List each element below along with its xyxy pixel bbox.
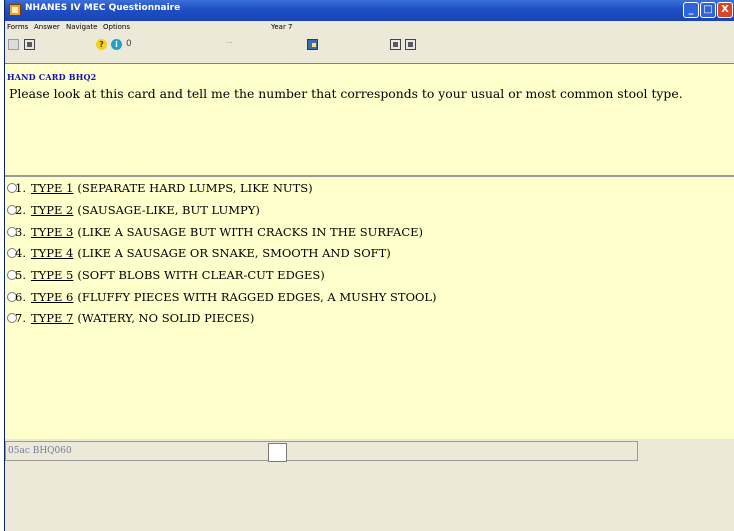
answer-description: (SAUSAGE-LIKE, BUT LUMPY) <box>77 203 260 217</box>
status-bar: 05ac BHQ060 <box>5 441 638 462</box>
maximize-button[interactable]: □ <box>700 2 716 18</box>
help-icon[interactable]: ? <box>96 39 107 50</box>
answer-option-7[interactable]: 7. TYPE 7 (WATERY, NO SOLID PIECES) <box>5 309 565 329</box>
answer-number: 1. <box>15 181 26 195</box>
print-icon[interactable] <box>8 39 19 50</box>
answer-number: 3. <box>15 225 26 239</box>
question-panel: HAND CARD BHQ2 Please look at this card … <box>5 63 734 175</box>
answer-description: (LIKE A SAUSAGE BUT WITH CRACKS IN THE S… <box>77 225 423 239</box>
answer-description: (SOFT BLOBS WITH CLEAR-CUT EDGES) <box>77 268 325 282</box>
answer-description: (FLUFFY PIECES WITH RAGGED EDGES, A MUSH… <box>77 290 437 304</box>
window-title: NHANES IV MEC Questionnaire <box>25 3 181 13</box>
answer-number: 6. <box>15 290 26 304</box>
info-icon[interactable]: i <box>111 39 122 50</box>
answer-number: 5. <box>15 268 26 282</box>
attachment-icon[interactable]: 0 <box>126 39 137 50</box>
answer-option-5[interactable]: 5. TYPE 5 (SOFT BLOBS WITH CLEAR-CUT EDGES… <box>5 266 565 286</box>
answer-option-2[interactable]: 2. TYPE 2 (SAUSAGE-LIKE, BUT LUMPY) <box>5 201 565 221</box>
app-icon <box>9 4 21 16</box>
answer-type: TYPE 7 <box>30 311 74 325</box>
answer-input-field[interactable] <box>268 443 287 462</box>
answer-option-3[interactable]: 3. TYPE 3 (LIKE A SAUSAGE BUT WITH CRACKS … <box>5 223 565 243</box>
menu-navigate[interactable]: Navigate <box>66 23 97 31</box>
answer-type: TYPE 4 <box>30 246 74 260</box>
answer-type: TYPE 2 <box>30 203 74 217</box>
find-icon[interactable] <box>307 39 318 50</box>
menu-forms[interactable]: Forms <box>7 23 28 31</box>
answer-type: TYPE 1 <box>30 181 74 195</box>
question-text: Please look at this card and tell me the… <box>9 86 683 101</box>
answer-option-4[interactable]: 4. TYPE 4 (LIKE A SAUSAGE OR SNAKE, SMOOTH… <box>5 244 565 264</box>
close-button[interactable]: X <box>717 2 733 18</box>
form-icon[interactable] <box>24 39 35 50</box>
answer-number: 2. <box>15 203 26 217</box>
toolbar: ? i 0 ··· <box>5 35 734 57</box>
minimize-button[interactable]: _ <box>683 2 699 18</box>
menu-bar: Forms Answer Navigate Options Year 7 <box>5 21 734 35</box>
answer-number: 7. <box>15 311 26 325</box>
answer-description: (LIKE A SAUSAGE OR SNAKE, SMOOTH AND SOF… <box>77 246 391 260</box>
answer-type: TYPE 3 <box>30 225 74 239</box>
answer-type: TYPE 5 <box>30 268 74 282</box>
answer-description: (WATERY, NO SOLID PIECES) <box>77 311 255 325</box>
app-window: NHANES IV MEC Questionnaire _ □ X Forms … <box>4 0 734 531</box>
variable-label: 05ac BHQ060 <box>8 446 72 456</box>
title-bar[interactable]: NHANES IV MEC Questionnaire _ □ X <box>5 0 734 21</box>
next-page-icon[interactable] <box>405 39 416 50</box>
answer-type: TYPE 6 <box>30 290 74 304</box>
answer-panel: 1. TYPE 1 (SEPARATE HARD LUMPS, LIKE NUTS)… <box>5 175 734 439</box>
hand-card-label: HAND CARD BHQ2 <box>7 72 97 82</box>
menu-answer[interactable]: Answer <box>34 23 60 31</box>
year-label: Year 7 <box>271 23 293 31</box>
answer-number: 4. <box>15 246 26 260</box>
previous-page-icon[interactable] <box>390 39 401 50</box>
menu-options[interactable]: Options <box>103 23 130 31</box>
separator-dots-icon: ··· <box>226 39 233 47</box>
answer-description: (SEPARATE HARD LUMPS, LIKE NUTS) <box>77 181 313 195</box>
answer-option-6[interactable]: 6. TYPE 6 (FLUFFY PIECES WITH RAGGED EDGES… <box>5 288 565 308</box>
bottom-panel <box>5 462 734 531</box>
answer-option-1[interactable]: 1. TYPE 1 (SEPARATE HARD LUMPS, LIKE NUTS) <box>5 179 565 199</box>
